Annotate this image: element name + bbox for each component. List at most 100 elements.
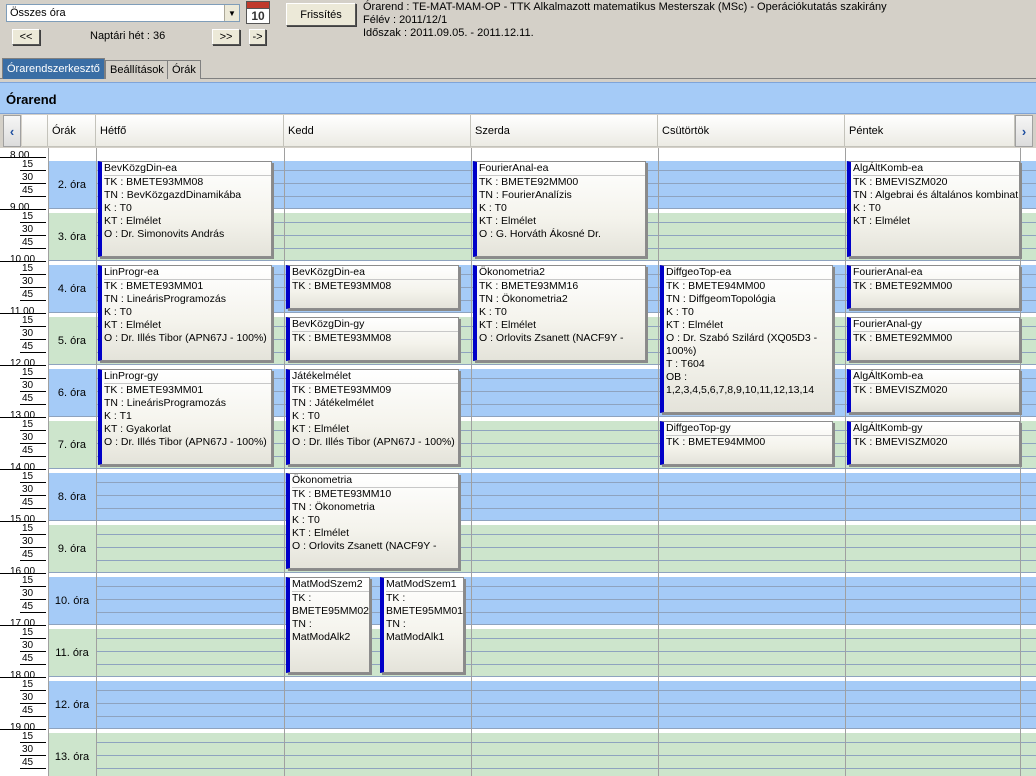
column-header-tuesday: Kedd [284, 115, 471, 147]
course-detail: O : Dr. Simonovits András [104, 228, 225, 240]
scroll-right-icon[interactable]: › [1015, 115, 1033, 147]
chevron-down-icon[interactable]: ▼ [224, 5, 239, 21]
info-line-program: Órarend : TE-MAT-MAM-OP - TTK Alkalmazot… [363, 1, 887, 13]
course-block[interactable]: Ökonometria TK : BMETE93MM10 TN : Ökonomet… [286, 473, 459, 569]
course-title: LinProgr-ea [104, 266, 271, 280]
course-block[interactable]: FourierAnal-gy TK : BMETE92MM00 [847, 317, 1020, 361]
minute-tick [20, 560, 46, 561]
minute-tick [20, 170, 46, 171]
course-detail: K : T0 [104, 202, 132, 214]
slot-row [96, 473, 1036, 521]
course-block[interactable]: DiffgeoTop-gy TK : BMETE94MM00 [660, 421, 833, 465]
slot-label: 13. óra [48, 733, 96, 776]
course-title: FourierAnal-ea [853, 266, 1019, 280]
scroll-left-icon[interactable]: ‹ [3, 115, 21, 147]
minute-label: 45 [22, 445, 34, 456]
minute-label: 30 [22, 640, 34, 651]
course-block[interactable]: AlgÁltKomb-gy TK : BMEVISZM020 [847, 421, 1020, 465]
minute-label: 45 [22, 705, 34, 716]
minute-tick [20, 768, 46, 769]
minute-label: 15 [22, 627, 34, 638]
minute-tick [20, 456, 46, 457]
course-block[interactable]: MatModSzem1 TK : BMETE95MM01 TN : MatModAl… [380, 577, 464, 673]
course-title: LinProgr-gy [104, 370, 271, 384]
minute-label: 45 [22, 601, 34, 612]
course-detail: K : T0 [479, 202, 507, 214]
tab-settings[interactable]: Beállítások [105, 60, 169, 79]
course-title: MatModSzem1 [386, 578, 463, 592]
course-detail: K : T0 [853, 202, 881, 214]
quarter-line [96, 703, 1036, 704]
course-block[interactable]: FourierAnal-ea TK : BMETE92MM00 [847, 265, 1020, 309]
course-detail: TK : BMETE95MM02 [292, 592, 370, 617]
minute-label: 45 [22, 341, 34, 352]
course-detail: OB : 1,2,3,4,5,6,7,8,9,10,11,12,13,14 [666, 371, 815, 396]
minute-label: 45 [22, 549, 34, 560]
minute-tick [20, 274, 46, 275]
slot-row [96, 577, 1036, 625]
prev-week-button[interactable]: << [12, 29, 40, 45]
course-detail: TN : LineárisProgramozás [104, 293, 226, 305]
minute-tick [20, 599, 46, 600]
course-block[interactable]: BevKözgDin-ea TK : BMETE93MM08 TN : BevKöz… [98, 161, 272, 257]
course-detail: TN : FourierAnalízis [479, 189, 572, 201]
quarter-line [96, 716, 1036, 717]
course-detail: TK : BMETE93MM01 [104, 280, 204, 292]
course-block[interactable]: LinProgr-ea TK : BMETE93MM01 TN : Lineáris… [98, 265, 272, 361]
column-header-monday: Hétfő [96, 115, 284, 147]
minute-label: 15 [22, 523, 34, 534]
minute-tick [20, 183, 46, 184]
minute-label: 30 [22, 692, 34, 703]
course-detail: TK : BMETE92MM00 [479, 176, 579, 188]
course-block[interactable]: Játékelmélet TK : BMETE93MM09 TN : Játékel… [286, 369, 459, 465]
course-detail: TK : BMETE94MM00 [666, 436, 766, 448]
panel-title: Órarend [6, 92, 57, 107]
minute-tick [20, 404, 46, 405]
course-title: MatModSzem2 [292, 578, 369, 592]
course-block[interactable]: MatModSzem2 TK : BMETE95MM02 TN : MatModAl… [286, 577, 370, 673]
course-block[interactable]: AlgÁltKomb-ea TK : BMEVISZM020 [847, 369, 1020, 413]
minute-label: 45 [22, 185, 34, 196]
course-block[interactable]: LinProgr-gy TK : BMETE93MM01 TN : Lineáris… [98, 369, 272, 465]
minute-tick [20, 430, 46, 431]
course-block[interactable]: Ökonometria2 TK : BMETE93MM16 TN : Ökonome… [473, 265, 646, 361]
quarter-line [96, 742, 1036, 743]
course-block[interactable]: BevKözgDin-gy TK : BMETE93MM08 [286, 317, 459, 361]
minute-label: 45 [22, 653, 34, 664]
course-title: Játékelmélet [292, 370, 458, 384]
quarter-line [96, 482, 1036, 483]
calendar-button[interactable]: 10 [246, 1, 270, 25]
course-block[interactable]: FourierAnal-ea TK : BMETE92MM00 TN : Fouri… [473, 161, 646, 257]
course-detail: TK : BMETE93MM08 [104, 176, 204, 188]
column-divider [658, 148, 659, 776]
minute-label: 30 [22, 276, 34, 287]
slot-row [96, 525, 1036, 573]
course-block[interactable]: BevKözgDin-ea TK : BMETE93MM08 [286, 265, 459, 309]
slot-label: 7. óra [48, 421, 96, 469]
minute-label: 30 [22, 224, 34, 235]
course-detail: TN : MatModAlk1 [386, 618, 445, 643]
course-title: AlgÁltKomb-gy [853, 422, 1019, 436]
quarter-line [96, 534, 1036, 535]
minute-tick [20, 391, 46, 392]
course-block[interactable]: DiffgeoTop-ea TK : BMETE94MM00 TN : Diffge… [660, 265, 833, 413]
minute-label: 15 [22, 211, 34, 222]
tab-lessons[interactable]: Órák [167, 60, 201, 79]
slot-label: 8. óra [48, 473, 96, 521]
tab-timetable-editor[interactable]: Órarendszerkesztő [2, 58, 105, 79]
next-week-button[interactable]: >> [212, 29, 240, 45]
course-detail: KT : Elmélet [666, 319, 723, 331]
column-header-hours: Órák [48, 115, 96, 147]
slot-row [96, 733, 1036, 776]
minute-tick [20, 287, 46, 288]
course-detail: TK : BMEVISZM020 [853, 176, 948, 188]
quarter-line [96, 664, 1036, 665]
course-detail: TK : BMETE93MM08 [292, 332, 392, 344]
jump-button[interactable]: -> [249, 29, 266, 45]
course-title: BevKözgDin-ea [292, 266, 458, 280]
minute-label: 45 [22, 757, 34, 768]
filter-dropdown[interactable]: Összes óra ▼ [6, 4, 240, 22]
refresh-button[interactable]: Frissítés [286, 3, 356, 26]
filter-value: Összes óra [10, 7, 66, 19]
course-block[interactable]: AlgÁltKomb-ea TK : BMEVISZM020 TN : Algebr… [847, 161, 1020, 257]
